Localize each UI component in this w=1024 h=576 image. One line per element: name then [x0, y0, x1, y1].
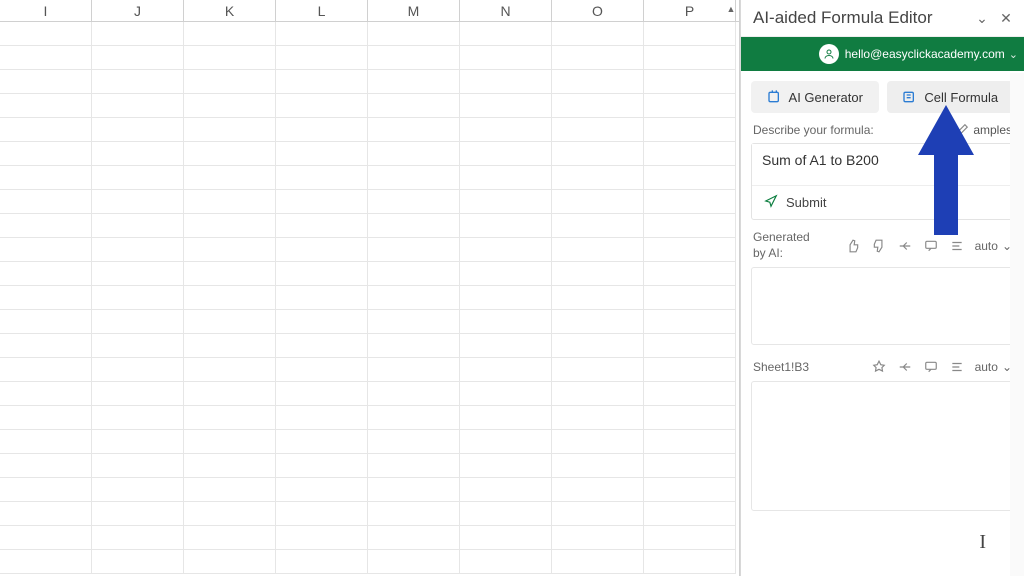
arrow-left-icon[interactable]: [897, 238, 913, 254]
generated-section-bar: Generatedby AI: auto ⌄: [741, 220, 1024, 267]
thumbs-up-icon[interactable]: [845, 238, 861, 254]
examples-label: amples: [973, 123, 1012, 137]
generated-label: Generatedby AI:: [753, 230, 813, 261]
column-headers: I J K L M N O P: [0, 0, 739, 22]
col-header[interactable]: L: [276, 0, 368, 22]
submit-label: Submit: [786, 195, 826, 210]
tab-cell-formula[interactable]: Cell Formula: [887, 81, 1015, 113]
ai-formula-panel: AI-aided Formula Editor ⌄ ✕ hello@easycl…: [740, 0, 1024, 576]
col-header[interactable]: M: [368, 0, 460, 22]
col-header[interactable]: J: [92, 0, 184, 22]
cell-formula-icon: [902, 89, 918, 105]
comment-icon[interactable]: [923, 359, 939, 375]
align-icon[interactable]: [949, 238, 965, 254]
arrow-left-icon[interactable]: [897, 359, 913, 375]
auto-dropdown[interactable]: auto ⌄: [975, 239, 1012, 253]
ai-generator-icon: [767, 89, 783, 105]
submit-icon: [764, 194, 778, 211]
close-icon[interactable]: ✕: [998, 10, 1014, 27]
cell-reference-label: Sheet1!B3: [753, 360, 809, 374]
cell-formula-box[interactable]: [751, 381, 1014, 511]
account-bar[interactable]: hello@easyclickacademy.com ⌄: [741, 37, 1024, 71]
examples-link[interactable]: amples: [955, 123, 1012, 137]
col-header[interactable]: N: [460, 0, 552, 22]
edit-icon: [955, 123, 969, 137]
formula-input-area: Submit: [751, 143, 1014, 220]
col-header[interactable]: I: [0, 0, 92, 22]
spreadsheet-area[interactable]: I J K L M N O P ▲: [0, 0, 740, 576]
align-icon[interactable]: [949, 359, 965, 375]
scroll-up-icon[interactable]: ▲: [723, 0, 739, 18]
comment-icon[interactable]: [923, 238, 939, 254]
pin-icon[interactable]: [871, 359, 887, 375]
cell-ref-actions: auto ⌄: [871, 359, 1012, 375]
account-email: hello@easyclickacademy.com: [845, 47, 1005, 61]
panel-title: AI-aided Formula Editor: [753, 8, 933, 28]
tab-label: Cell Formula: [924, 90, 998, 105]
collapse-icon[interactable]: ⌄: [974, 10, 990, 27]
generated-actions: auto ⌄: [845, 238, 1012, 254]
col-header[interactable]: K: [184, 0, 276, 22]
thumbs-down-icon[interactable]: [871, 238, 887, 254]
tab-row: AI Generator Cell Formula: [741, 71, 1024, 123]
tab-ai-generator[interactable]: AI Generator: [751, 81, 879, 113]
col-header[interactable]: O: [552, 0, 644, 22]
panel-scrollbar[interactable]: [1010, 73, 1024, 576]
grid-body[interactable]: [0, 22, 739, 576]
describe-label: Describe your formula:: [753, 123, 874, 137]
auto-dropdown[interactable]: auto ⌄: [975, 360, 1012, 374]
generated-output-box[interactable]: [751, 267, 1014, 345]
user-avatar-icon: [819, 44, 839, 64]
submit-button[interactable]: Submit: [752, 185, 1013, 219]
panel-header: AI-aided Formula Editor ⌄ ✕: [741, 0, 1024, 37]
cell-ref-section-bar: Sheet1!B3 auto ⌄: [741, 345, 1024, 381]
chevron-down-icon[interactable]: ⌄: [1009, 48, 1018, 61]
formula-description-input[interactable]: [752, 144, 1013, 182]
describe-row: Describe your formula: amples: [741, 123, 1024, 143]
tab-label: AI Generator: [789, 90, 863, 105]
